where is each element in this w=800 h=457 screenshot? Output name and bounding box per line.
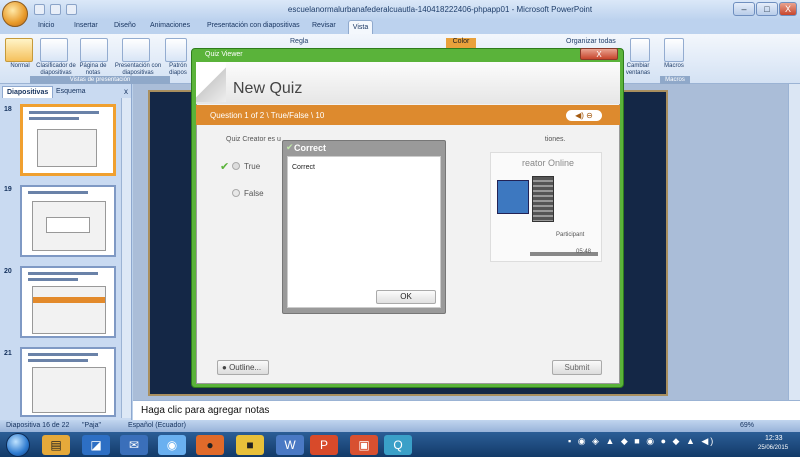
panel-scrollbar[interactable]: [121, 98, 131, 418]
macros-label: Macros: [664, 63, 684, 69]
participant-label: Participant: [556, 232, 585, 238]
slide-thumbnail-19[interactable]: [20, 185, 116, 257]
app-icon[interactable]: ✉: [120, 435, 148, 455]
redo-icon[interactable]: [66, 4, 77, 15]
slide-number: 20: [4, 268, 12, 275]
normal-label: Normal: [10, 63, 30, 69]
quiz-viewer-title: Quiz Viewer: [205, 51, 243, 58]
status-slide: Diapositiva 16 de 22: [6, 422, 70, 429]
normal-view-button[interactable]: [5, 38, 33, 62]
slide-thumbnail-20[interactable]: [20, 266, 116, 338]
ie-icon[interactable]: ◉: [158, 435, 186, 455]
tab-revisar[interactable]: Revisar: [312, 22, 336, 29]
tab-presentacion[interactable]: Presentación con diapositivas: [207, 22, 300, 29]
group-label-views: Vistas de presentación: [30, 76, 170, 84]
presenter-icon[interactable]: ▣: [350, 435, 378, 455]
slide-number: 18: [4, 106, 12, 113]
window-title: escuelanormalurbanafederalcuautla-140418…: [287, 5, 593, 14]
status-bar: [0, 420, 800, 432]
status-theme: "Paja": [82, 422, 101, 429]
radio-true[interactable]: [232, 162, 240, 170]
macros-button[interactable]: [664, 38, 684, 62]
quiz-heading: New Quiz: [233, 80, 303, 97]
close-button[interactable]: X: [779, 2, 797, 16]
dialog-body: [287, 156, 441, 308]
tab-vista[interactable]: Vista: [348, 20, 373, 34]
slideshow-button[interactable]: [122, 38, 150, 62]
notes-page-button[interactable]: [80, 38, 108, 62]
switch-windows-label: Cambiar ventanas: [625, 63, 651, 76]
group-label-macros: Macros: [660, 76, 690, 84]
minimize-button[interactable]: –: [733, 2, 755, 16]
explorer-icon[interactable]: ▤: [42, 435, 70, 455]
master-label: Patrón diapos: [169, 63, 187, 76]
monitor-icon: [497, 180, 529, 214]
quiz-close-button[interactable]: X: [580, 48, 618, 60]
sorter-label: Clasificador de diapositivas: [36, 63, 76, 76]
server-icon: [532, 176, 554, 222]
dialog-message: Correct: [292, 164, 315, 171]
check-icon: ✔: [220, 161, 230, 173]
switch-windows-button[interactable]: [630, 38, 650, 62]
slide-sorter-button[interactable]: [40, 38, 68, 62]
tab-animaciones[interactable]: Animaciones: [150, 22, 190, 29]
tab-diapositivas[interactable]: Diapositivas: [2, 86, 54, 98]
clock-time[interactable]: 12:33: [765, 435, 783, 442]
play-icon: ●: [222, 363, 230, 372]
word-icon[interactable]: W: [276, 435, 304, 455]
page-curl-icon: [196, 62, 226, 102]
office-button[interactable]: [2, 1, 28, 27]
ok-button[interactable]: OK: [376, 290, 436, 304]
radio-false[interactable]: [232, 189, 240, 197]
slide-scrollbar[interactable]: [788, 84, 800, 400]
zoom-level[interactable]: 69%: [740, 422, 754, 429]
question-progress: Question 1 of 2 \ True/False \ 10: [210, 111, 325, 120]
notes-page-label: Página de notas: [79, 63, 107, 76]
panel-close-icon[interactable]: x: [120, 86, 132, 98]
start-button[interactable]: [6, 433, 30, 457]
dialog-check-icon: ✔: [286, 142, 294, 152]
powerpoint-icon[interactable]: P: [310, 435, 338, 455]
undo-icon[interactable]: [50, 4, 61, 15]
chrome-icon[interactable]: ●: [196, 435, 224, 455]
option-true-label[interactable]: True: [244, 162, 260, 171]
media-panel-title: reator Online: [522, 158, 575, 168]
system-tray[interactable]: ▪ ◉ ◈ ▲ ◆ ■ ◉ ● ◆ ▲ ◀): [568, 436, 758, 454]
submit-button[interactable]: Submit: [552, 360, 602, 375]
outline-label: Outline...: [229, 363, 262, 372]
master-button[interactable]: [165, 38, 187, 62]
slide-thumbnail-21[interactable]: [20, 347, 116, 417]
slide-number: 19: [4, 186, 12, 193]
notes-placeholder[interactable]: Haga clic para agregar notas: [141, 405, 269, 416]
save-icon[interactable]: [34, 4, 45, 15]
clock-date[interactable]: 25/06/2015: [758, 445, 788, 451]
folder-icon[interactable]: ■: [236, 435, 264, 455]
option-false-label[interactable]: False: [244, 189, 264, 198]
slide-thumbnail-18[interactable]: [20, 104, 116, 176]
dialog-title: Correct: [294, 143, 327, 153]
tab-insertar[interactable]: Insertar: [74, 22, 98, 29]
outlook-icon[interactable]: ◪: [82, 435, 110, 455]
presentation-label: Presentación con diapositivas: [114, 63, 162, 76]
tab-inicio[interactable]: Inicio: [38, 22, 54, 29]
arrange-all-button[interactable]: Organizar todas: [566, 38, 616, 45]
quiz-app-icon[interactable]: Q: [384, 435, 412, 455]
tab-diseno[interactable]: Diseño: [114, 22, 136, 29]
color-button[interactable]: Color: [446, 38, 476, 48]
media-time: 05:48: [576, 249, 592, 255]
outline-button[interactable]: ● Outline...: [217, 360, 269, 375]
status-language[interactable]: Español (Ecuador): [128, 422, 186, 429]
slide-number: 21: [4, 350, 12, 357]
sound-print-icon[interactable]: ◀) ⊖: [566, 110, 602, 121]
ruler-checkbox[interactable]: Regla: [290, 38, 308, 45]
tab-esquema[interactable]: Esquema: [52, 86, 90, 98]
maximize-button[interactable]: □: [756, 2, 778, 16]
